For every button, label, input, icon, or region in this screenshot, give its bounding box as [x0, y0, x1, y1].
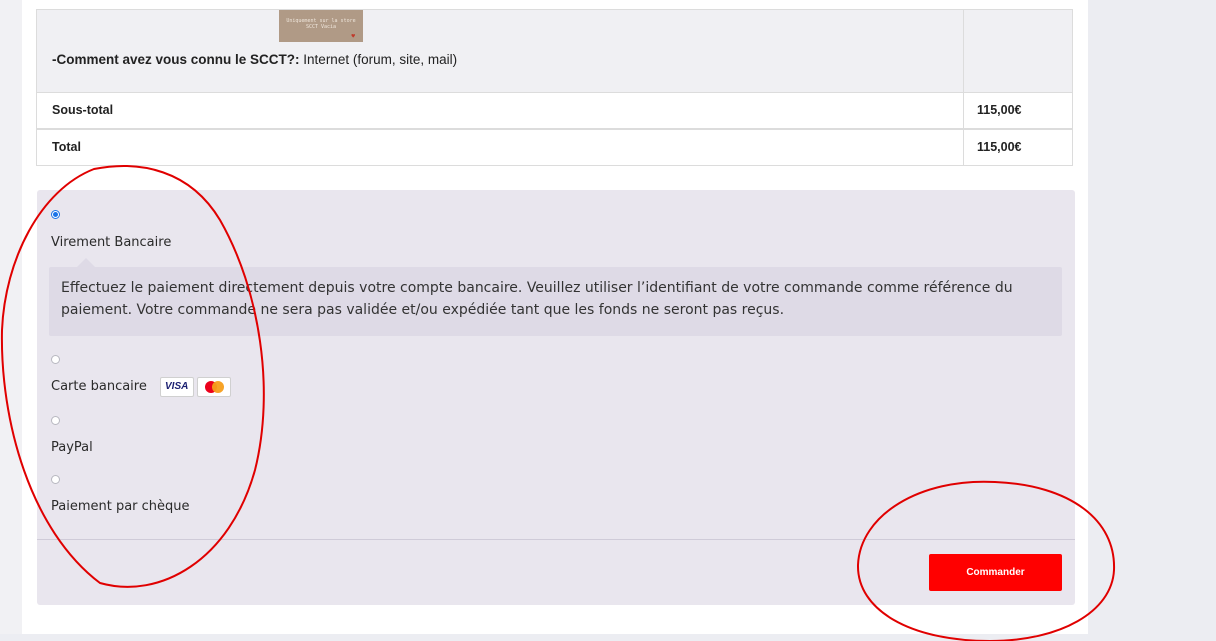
page-right-gutter — [1088, 0, 1216, 641]
bank-transfer-description-box: Effectuez le paiement directement depuis… — [49, 267, 1062, 336]
heart-icon: ♥ — [351, 33, 355, 40]
place-order-button[interactable]: Commander — [929, 554, 1062, 591]
subtotal-label: Sous-total — [52, 103, 114, 117]
mastercard-icon — [197, 377, 231, 397]
radio-virement-bancaire[interactable] — [51, 210, 60, 219]
referral-line: -Comment avez vous connu le SCCT?: Inter… — [52, 52, 457, 67]
panel-separator — [37, 539, 1075, 540]
payment-methods-panel: Virement Bancaire Effectuez le paiement … — [37, 190, 1075, 605]
total-label: Total — [52, 140, 81, 154]
card-logos: VISA — [160, 377, 231, 397]
payment-label-paiement-par-cheque[interactable]: Paiement par chèque — [51, 499, 190, 514]
column-divider — [963, 130, 964, 165]
page-left-gutter — [0, 0, 22, 641]
payment-label-paypal[interactable]: PayPal — [51, 440, 93, 455]
page-top-strip — [22, 0, 1088, 9]
referral-value: Internet (forum, site, mail) — [303, 52, 458, 67]
radio-paiement-par-cheque[interactable] — [51, 475, 60, 484]
subtotal-row: Sous-total 115,00€ — [36, 92, 1073, 129]
total-value: 115,00€ — [977, 140, 1022, 154]
payment-label-carte-bancaire[interactable]: Carte bancaire — [51, 379, 147, 394]
page-bottom-gutter — [0, 634, 1216, 641]
bank-transfer-description: Effectuez le paiement directement depuis… — [61, 280, 1013, 318]
radio-carte-bancaire[interactable] — [51, 355, 60, 364]
subtotal-value: 115,00€ — [977, 103, 1022, 117]
product-thumbnail[interactable]: Uniquement sur la store SCCT Vacia ♥ — [279, 10, 363, 42]
column-divider — [963, 93, 964, 128]
description-pointer — [77, 258, 95, 267]
payment-label-virement-bancaire[interactable]: Virement Bancaire — [51, 235, 171, 250]
visa-icon: VISA — [160, 377, 194, 397]
thumbnail-caption: Uniquement sur la store SCCT Vacia — [286, 18, 356, 30]
order-item-row: Uniquement sur la store SCCT Vacia ♥ -Co… — [36, 9, 1073, 93]
referral-label: -Comment avez vous connu le SCCT?: — [52, 52, 300, 67]
column-divider — [963, 10, 964, 92]
total-row: Total 115,00€ — [36, 129, 1073, 166]
radio-paypal[interactable] — [51, 416, 60, 425]
